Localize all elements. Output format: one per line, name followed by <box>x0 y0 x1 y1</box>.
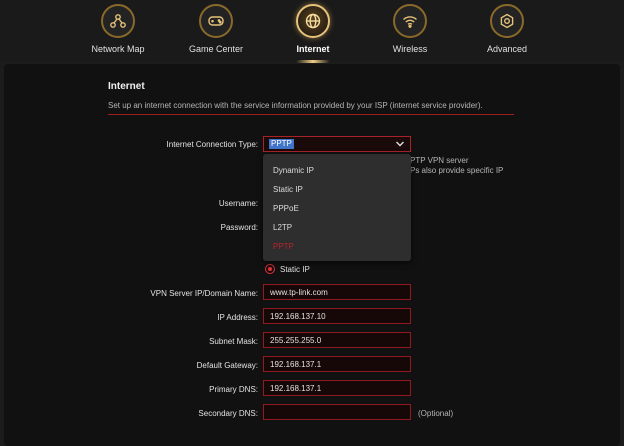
network-map-icon <box>101 4 135 38</box>
static-ip-radio[interactable]: Static IP <box>265 263 310 275</box>
globe-icon <box>296 4 330 38</box>
nav-wireless-label: Wireless <box>392 44 428 54</box>
primary-dns-input[interactable] <box>263 380 411 396</box>
nav-wireless[interactable]: Wireless <box>370 4 450 60</box>
nav-game-center-label: Game Center <box>188 44 244 54</box>
section-description: Set up an internet connection with the s… <box>108 101 483 110</box>
dropdown-option-l2tp[interactable]: L2TP <box>273 223 292 232</box>
subnet-mask-input[interactable] <box>263 332 411 348</box>
nav-internet[interactable]: Internet <box>273 4 353 60</box>
secondary-dns-input[interactable] <box>263 404 411 420</box>
gear-icon <box>490 4 524 38</box>
nav-game-center[interactable]: Game Center <box>176 4 256 60</box>
wifi-icon <box>393 4 427 38</box>
dropdown-option-pppoe[interactable]: PPPoE <box>273 204 299 213</box>
username-label: Username: <box>218 199 258 208</box>
nav-network-map[interactable]: Network Map <box>78 4 158 60</box>
connection-type-value: PPTP <box>269 139 294 149</box>
dropdown-option-pptp[interactable]: PPTP <box>273 242 294 251</box>
connection-hint-line1: PTP VPN server <box>410 156 469 165</box>
default-gateway-input[interactable] <box>263 356 411 372</box>
dropdown-option-dynamic-ip[interactable]: Dynamic IP <box>273 166 314 175</box>
static-ip-radio-label: Static IP <box>280 264 310 274</box>
gamepad-icon <box>199 4 233 38</box>
primary-dns-label: Primary DNS: <box>209 385 258 394</box>
top-navigation: Network Map Game Center Internet Wireles… <box>0 0 624 63</box>
nav-advanced[interactable]: Advanced <box>467 4 547 60</box>
connection-type-label: Internet Connection Type: <box>166 140 258 149</box>
chevron-down-icon <box>396 141 404 147</box>
vpn-server-input[interactable] <box>263 284 411 300</box>
default-gateway-label: Default Gateway: <box>196 361 258 370</box>
subnet-mask-label: Subnet Mask: <box>209 337 258 346</box>
radio-selected-icon <box>265 264 275 274</box>
ip-address-input[interactable] <box>263 308 411 324</box>
connection-hint-line2: Ps also provide specific IP <box>410 166 504 175</box>
password-label: Password: <box>220 223 258 232</box>
secondary-dns-label: Secondary DNS: <box>198 409 258 418</box>
ip-address-label: IP Address: <box>217 313 258 322</box>
active-tab-indicator <box>296 60 330 63</box>
section-title: Internet <box>108 81 145 92</box>
nav-network-map-label: Network Map <box>91 44 145 54</box>
vpn-server-label: VPN Server IP/Domain Name: <box>150 289 258 298</box>
connection-type-select[interactable]: PPTP <box>263 136 411 152</box>
dropdown-option-static-ip[interactable]: Static IP <box>273 185 303 194</box>
nav-internet-label: Internet <box>296 44 330 54</box>
section-divider <box>108 114 514 115</box>
connection-type-dropdown: Dynamic IP Static IP PPPoE L2TP PPTP <box>263 154 411 261</box>
nav-advanced-label: Advanced <box>486 44 528 54</box>
optional-note: (Optional) <box>418 409 454 418</box>
